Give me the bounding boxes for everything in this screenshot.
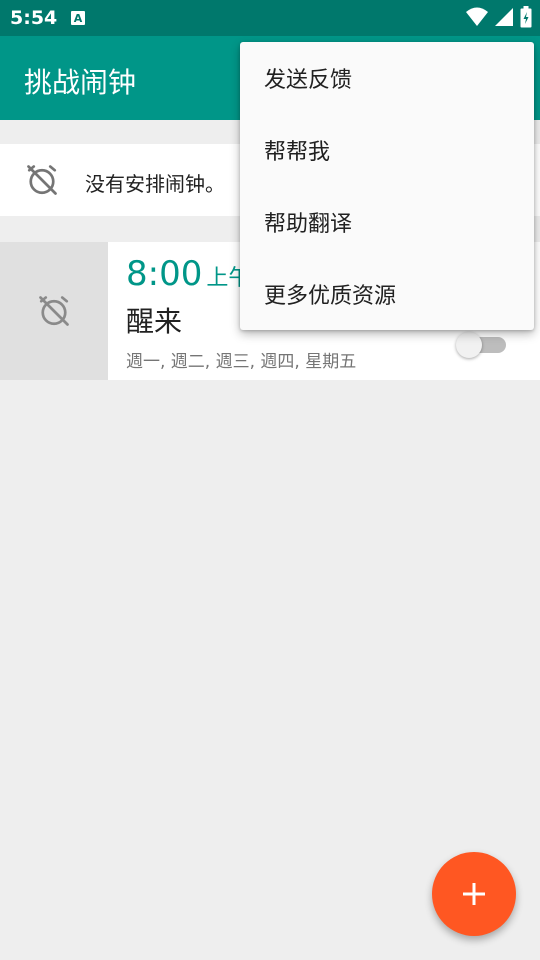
toggle-thumb — [456, 332, 482, 358]
alarm-icon-box[interactable] — [0, 242, 108, 380]
overflow-menu: 发送反馈 帮帮我 帮助翻译 更多优质资源 — [240, 42, 534, 330]
signal-icon — [495, 8, 513, 26]
status-bar: 5:54 A — [0, 0, 540, 36]
menu-item-more-resources[interactable]: 更多优质资源 — [240, 258, 534, 330]
screen: 5:54 A 挑战闹钟 没有安排闹钟。 8:00 上午 醒来 週一, 週二, 週… — [0, 0, 540, 960]
alarm-off-icon — [39, 296, 69, 326]
alarm-time[interactable]: 8:00 上午 — [126, 254, 250, 294]
app-title: 挑战闹钟 — [24, 66, 137, 99]
plus-icon — [463, 883, 485, 905]
battery-icon — [520, 6, 532, 28]
no-alarm-text: 没有安排闹钟。 — [85, 172, 225, 196]
alarm-label: 醒来 — [126, 305, 183, 338]
alarm-days: 週一, 週二, 週三, 週四, 星期五 — [126, 352, 357, 372]
status-icons — [466, 6, 532, 28]
menu-item-help-translate[interactable]: 帮助翻译 — [240, 186, 534, 258]
menu-item-help[interactable]: 帮帮我 — [240, 114, 534, 186]
alarm-time-value: 8:00 — [126, 254, 203, 294]
alarm-toggle[interactable] — [456, 330, 506, 358]
alarm-off-icon — [27, 165, 57, 195]
menu-item-send-feedback[interactable]: 发送反馈 — [240, 42, 534, 114]
wifi-icon — [466, 7, 488, 26]
status-time: 5:54 — [10, 7, 58, 29]
notification-icon: A — [71, 11, 85, 25]
add-alarm-button[interactable] — [432, 852, 516, 936]
